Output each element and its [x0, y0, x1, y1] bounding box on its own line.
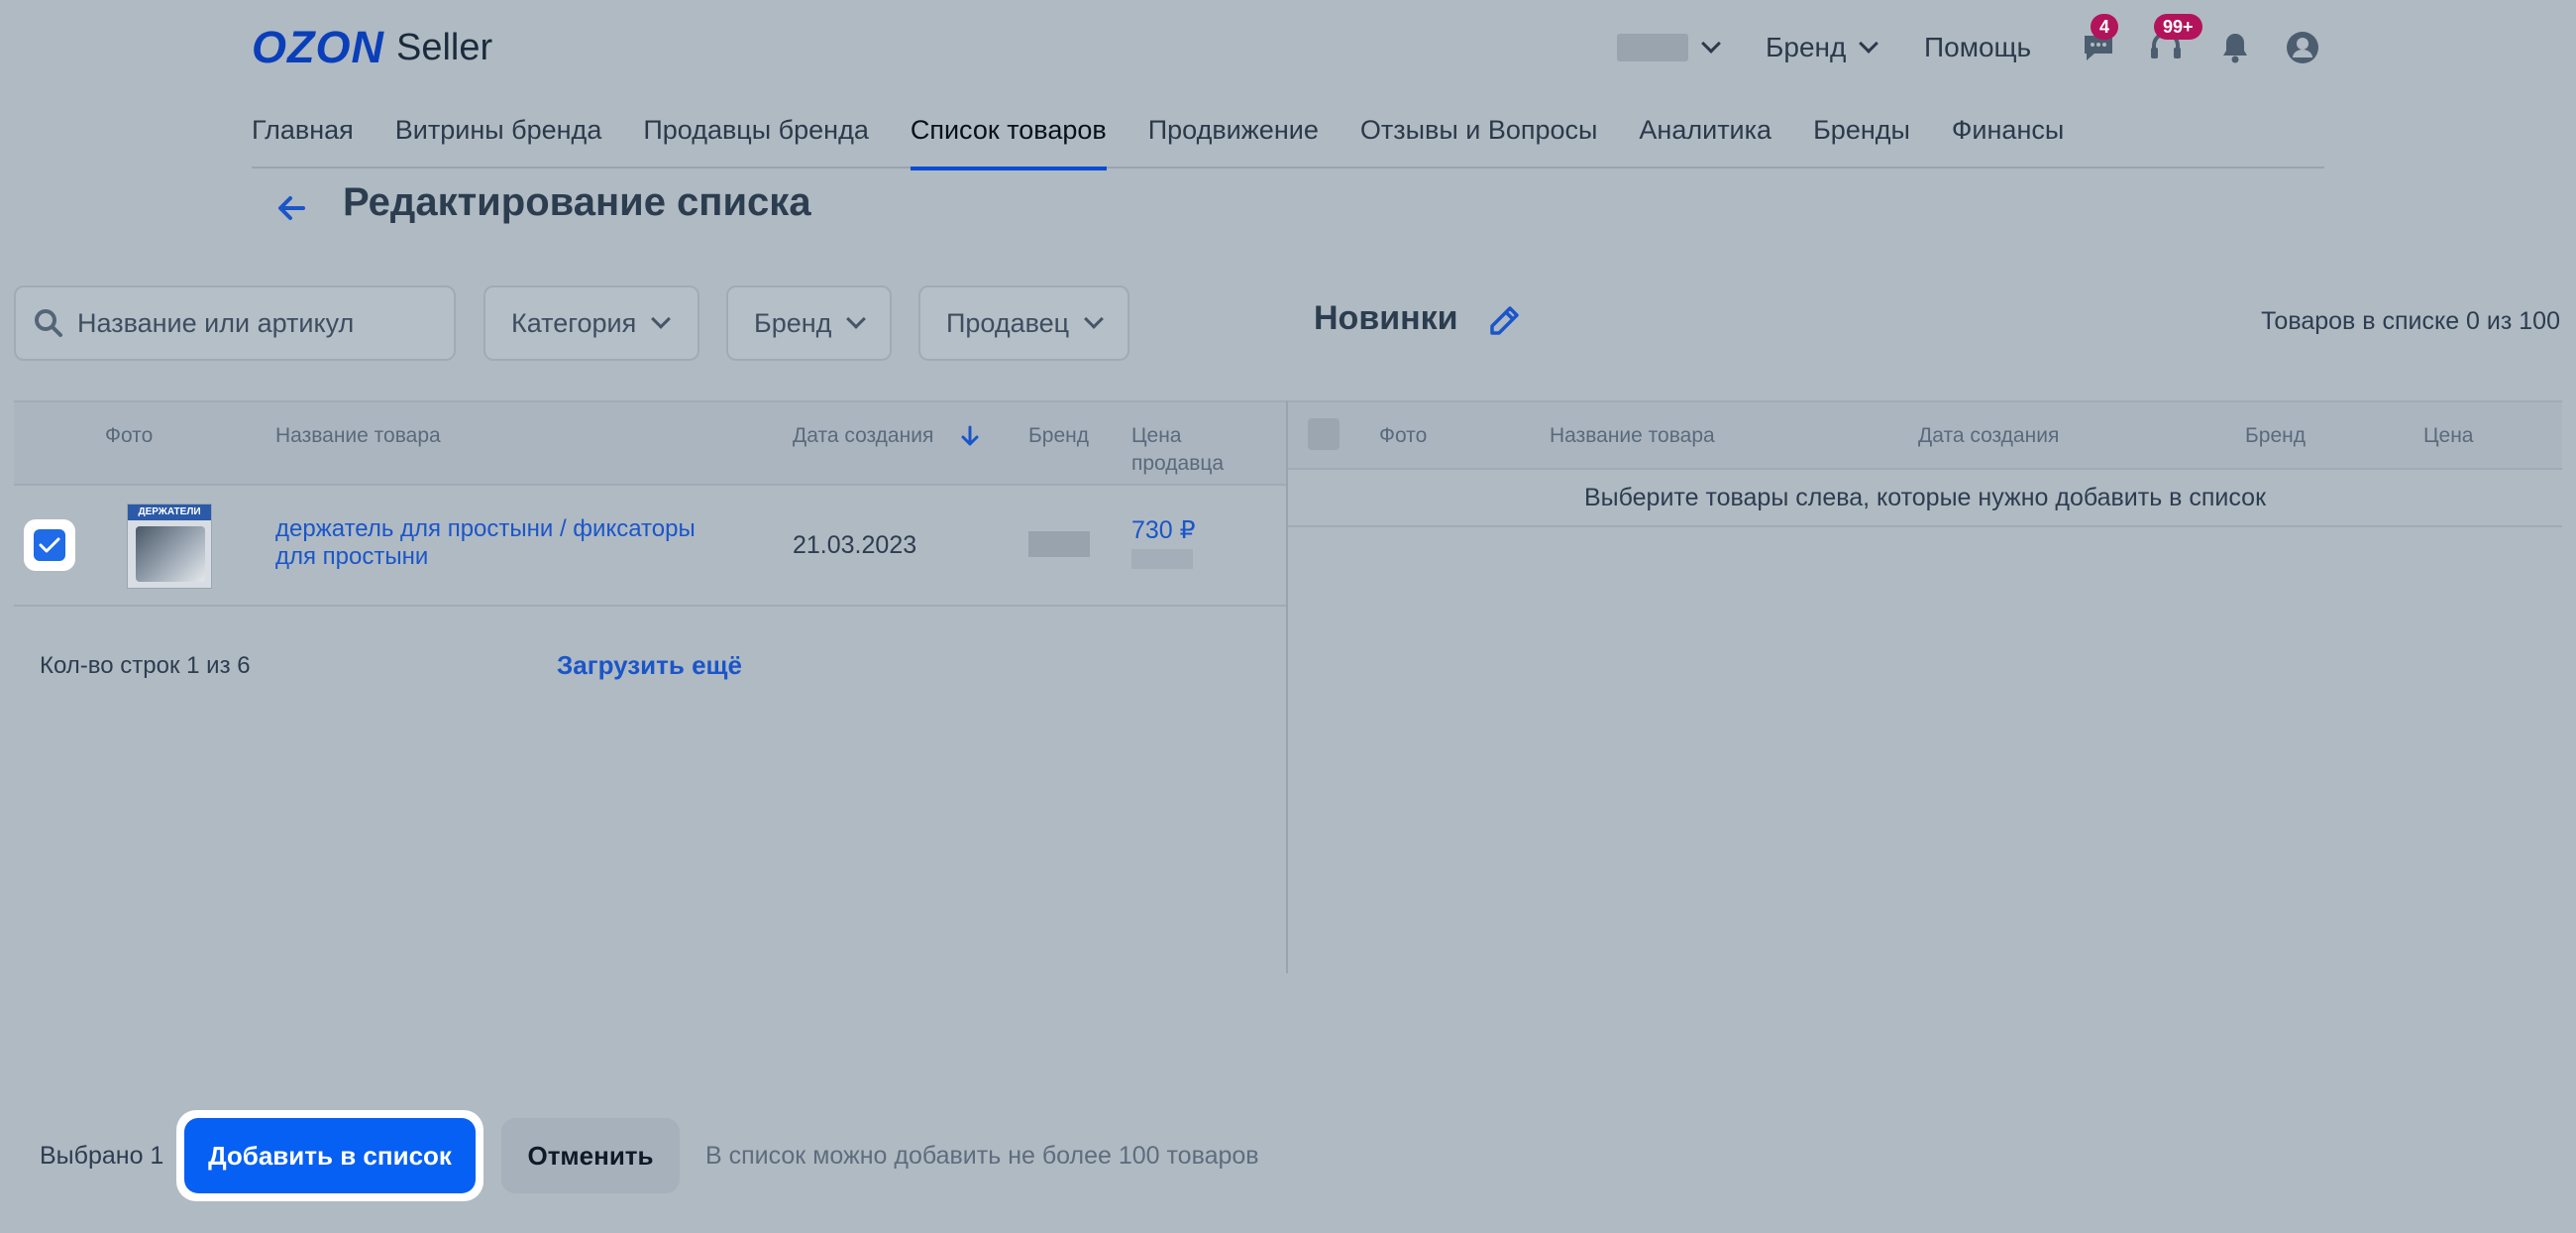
thumbnail-label: ДЕРЖАТЕЛИ: [128, 504, 211, 520]
store-selector[interactable]: [1617, 22, 1721, 73]
search-input[interactable]: Название или артикул: [14, 285, 456, 361]
logo-ozon-text: OZON: [252, 22, 384, 72]
product-date: 21.03.2023: [793, 531, 917, 559]
chat-icon[interactable]: 4: [2081, 14, 2119, 65]
add-button-highlight: Добавить в список: [176, 1110, 483, 1201]
help-link[interactable]: Помощь: [1924, 22, 2031, 73]
category-filter[interactable]: Категория: [483, 285, 699, 361]
logo-seller-text: Seller: [396, 26, 493, 68]
product-brand-redacted: [1028, 531, 1090, 557]
bell-icon[interactable]: [2217, 30, 2253, 65]
search-icon: [35, 309, 62, 337]
rt-col-date: Дата создания: [1918, 424, 2060, 447]
nav-item-brand-sellers[interactable]: Продавцы бренда: [643, 107, 869, 168]
col-price-line2: продавца: [1131, 452, 1225, 475]
product-thumbnail[interactable]: ДЕРЖАТЕЛИ: [127, 504, 212, 589]
col-brand: Бренд: [1028, 424, 1089, 447]
search-placeholder: Название или артикул: [77, 307, 355, 338]
chevron-down-icon: [1084, 309, 1105, 329]
support-headset-icon[interactable]: 99+: [2148, 14, 2202, 65]
col-name: Название товара: [275, 424, 441, 447]
right-table-header: Фото Название товара Дата создания Бренд…: [1288, 400, 2562, 470]
product-price[interactable]: 730 ₽: [1131, 515, 1196, 545]
col-date[interactable]: Дата создания: [793, 422, 981, 450]
nav-item-reviews[interactable]: Отзывы и Вопросы: [1360, 107, 1598, 168]
col-price-line1: Цена: [1131, 424, 1182, 447]
select-all-checkbox[interactable]: [1308, 418, 1340, 450]
ozon-seller-logo[interactable]: OZON Seller: [252, 22, 492, 73]
nav-item-brands[interactable]: Бренды: [1813, 107, 1910, 168]
nav-item-promotion[interactable]: Продвижение: [1148, 107, 1319, 168]
selected-count: Выбрано 1: [40, 1142, 164, 1170]
chevron-down-icon: [1859, 34, 1879, 54]
empty-list-message: Выберите товары слева, которые нужно доб…: [1288, 470, 2562, 527]
chevron-down-icon: [846, 309, 867, 329]
limit-note: В список можно добавить не более 100 тов…: [705, 1142, 1259, 1170]
seller-filter-label: Продавец: [946, 307, 1070, 338]
left-table-header: Фото Название товара Дата создания Бренд…: [14, 400, 1286, 486]
product-price-secondary-redacted: [1131, 549, 1193, 569]
nav-item-home[interactable]: Главная: [252, 107, 354, 168]
table-row[interactable]: ДЕРЖАТЕЛИ держатель для простыни / фикса…: [14, 486, 1286, 607]
nav-item-brand-showcases[interactable]: Витрины бренда: [395, 107, 602, 168]
add-to-list-button[interactable]: Добавить в список: [184, 1118, 476, 1193]
nav-item-finance[interactable]: Финансы: [1952, 107, 2064, 168]
nav-item-analytics[interactable]: Аналитика: [1639, 107, 1771, 168]
product-name-link[interactable]: держатель для простыни / фиксаторы для п…: [275, 515, 741, 571]
rt-col-price: Цена: [2423, 424, 2474, 447]
list-name: Новинки: [1314, 299, 1458, 337]
brand-selector-label: Бренд: [1766, 32, 1847, 62]
page-title: Редактирование списка: [343, 180, 811, 224]
brand-filter-label: Бренд: [754, 307, 832, 338]
brand-selector[interactable]: Бренд: [1766, 22, 1879, 73]
row-checkbox[interactable]: [24, 519, 75, 571]
rt-col-name: Название товара: [1550, 424, 1715, 447]
pencil-edit-icon[interactable]: [1486, 303, 1522, 339]
sort-arrow-down-icon: [961, 425, 979, 446]
col-date-label: Дата создания: [793, 424, 934, 447]
thumbnail-image: [136, 526, 205, 582]
support-badge: 99+: [2154, 14, 2202, 40]
main-nav: Главная Витрины бренда Продавцы бренда С…: [252, 107, 2324, 170]
chevron-down-icon: [1701, 34, 1721, 54]
col-photo: Фото: [105, 424, 154, 447]
brand-filter[interactable]: Бренд: [726, 285, 892, 361]
back-arrow-icon[interactable]: [273, 190, 309, 226]
checkbox-checked: [34, 529, 65, 561]
rows-count: Кол-во строк 1 из 6: [40, 652, 251, 679]
chat-badge: 4: [2091, 14, 2119, 40]
load-more-link[interactable]: Загрузить ещё: [557, 650, 742, 681]
user-avatar-icon[interactable]: [2285, 30, 2320, 65]
rt-col-photo: Фото: [1379, 424, 1428, 447]
checkmark-icon: [39, 537, 60, 553]
nav-item-product-lists[interactable]: Список товаров: [910, 107, 1107, 170]
col-price: Цена продавца: [1131, 422, 1224, 478]
list-count-info: Товаров в списке 0 из 100: [2261, 307, 2560, 335]
cancel-button[interactable]: Отменить: [501, 1118, 680, 1193]
chevron-down-icon: [651, 309, 672, 329]
rt-col-brand: Бренд: [2245, 424, 2306, 447]
store-name-redacted: [1617, 34, 1688, 61]
seller-filter[interactable]: Продавец: [918, 285, 1129, 361]
category-filter-label: Категория: [511, 307, 637, 338]
